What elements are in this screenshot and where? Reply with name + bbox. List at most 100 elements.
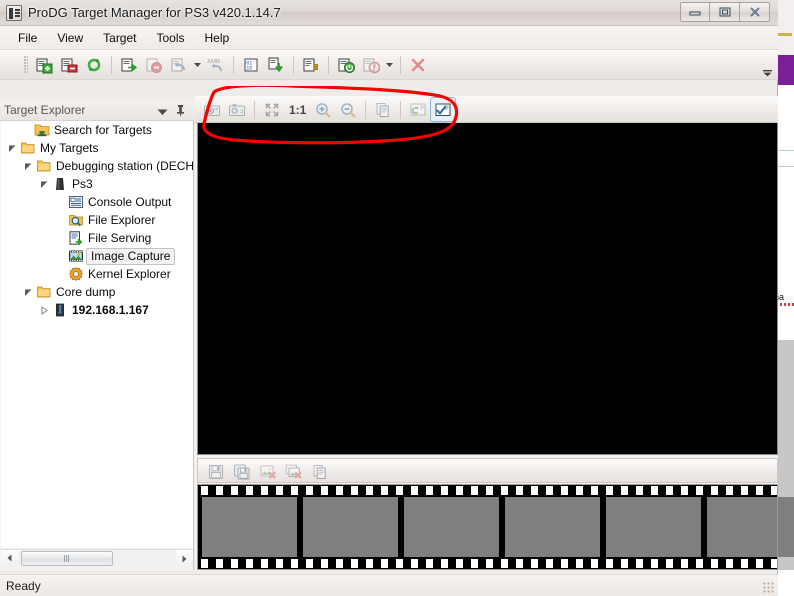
close-button[interactable] (740, 2, 770, 22)
minimize-button[interactable] (680, 2, 710, 22)
menu-bar: File View Target Tools Help (0, 26, 778, 50)
tree-item-image-capture[interactable]: Image Capture (1, 247, 193, 265)
filmstrip-frame[interactable] (202, 497, 297, 557)
image-capture-icon (67, 247, 85, 265)
image-viewport[interactable] (197, 123, 778, 455)
menu-file[interactable]: File (8, 28, 47, 48)
copy-thumbnail-button[interactable] (308, 460, 332, 483)
folder-icon (19, 139, 37, 157)
tree-item-ps3[interactable]: Ps3 (1, 175, 193, 193)
filmstrip[interactable] (197, 484, 794, 570)
download-button[interactable] (264, 54, 288, 77)
menu-help[interactable]: Help (195, 28, 240, 48)
filmstrip-frames (197, 497, 794, 557)
memory-button[interactable]: 01 10 (239, 54, 263, 77)
capture-toolbar-buttons: 1:1 (200, 97, 457, 122)
refresh-targets-button[interactable] (82, 54, 106, 77)
restore-button[interactable] (710, 2, 740, 22)
toolbar-separator (293, 56, 294, 74)
filmstrip-sprockets-bottom (197, 559, 778, 568)
copy-image-button[interactable] (371, 98, 395, 121)
tree-item-console-output[interactable]: Console Output (1, 193, 193, 211)
filmstrip-frame[interactable] (606, 497, 701, 557)
title-bar[interactable]: ProDG Target Manager for PS3 v420.1.14.7 (0, 0, 778, 26)
filmstrip-sprockets-top (197, 486, 778, 495)
tree-twisty-expanded[interactable] (5, 139, 19, 157)
capture-settings-button[interactable] (225, 98, 249, 121)
tree-twisty-expanded[interactable] (21, 157, 35, 175)
tree-item-core-dump[interactable]: Core dump (1, 283, 193, 301)
tree-item-label: Core dump (56, 285, 116, 299)
disconnect-target-button[interactable] (142, 54, 166, 77)
delete-image-button[interactable] (256, 460, 280, 483)
tree-item-label: 192.168.1.167 (72, 303, 149, 317)
menu-tools[interactable]: Tools (147, 28, 195, 48)
window-title: ProDG Target Manager for PS3 v420.1.14.7 (28, 5, 281, 20)
filmstrip-toolbar (197, 458, 778, 483)
svg-text:XMB: XMB (207, 59, 220, 65)
tree-horizontal-scrollbar[interactable] (1, 549, 193, 567)
tree-item-kernel-explorer[interactable]: Kernel Explorer (1, 265, 193, 283)
menu-view[interactable]: View (47, 28, 93, 48)
tree-item-label: Ps3 (72, 177, 93, 191)
zoom-out-button[interactable] (336, 98, 360, 121)
save-all-images-button[interactable] (230, 460, 254, 483)
target-tree[interactable]: Search for Targets My Targets Debugging … (1, 121, 193, 548)
scroll-left-button[interactable] (1, 549, 18, 567)
scrollbar-thumb[interactable] (21, 551, 113, 566)
toolbar-overflow-button[interactable] (761, 53, 774, 77)
menu-target[interactable]: Target (93, 28, 146, 48)
application-window: ProDG Target Manager for PS3 v420.1.14.7 (0, 0, 794, 596)
power-on-button[interactable] (334, 54, 358, 77)
scrollbar-grip (64, 555, 70, 562)
tree-item-file-serving[interactable]: File Serving (1, 229, 193, 247)
power-off-button[interactable] (359, 54, 383, 77)
delete-all-images-button[interactable] (282, 460, 306, 483)
capture-options-button[interactable] (430, 97, 457, 122)
background-purple-block (776, 55, 794, 85)
kernel-explorer-icon (67, 265, 85, 283)
network-target-icon (51, 301, 69, 319)
filmstrip-frame[interactable] (505, 497, 600, 557)
tree-twisty-expanded[interactable] (21, 283, 35, 301)
tree-item-target-ip[interactable]: 192.168.1.167 (1, 301, 193, 319)
auto-refresh-button[interactable] (406, 98, 430, 121)
power-off-dropdown-arrow[interactable] (384, 54, 395, 77)
tree-twisty-expanded[interactable] (37, 175, 51, 193)
chevron-down-icon[interactable] (157, 105, 168, 119)
main-toolbar-buttons: XMB 01 10 (32, 53, 430, 77)
actual-size-button[interactable]: 1:1 (285, 103, 310, 117)
zoom-in-button[interactable] (311, 98, 335, 121)
tree-item-label: Image Capture (86, 247, 176, 265)
panel-title: Target Explorer (4, 103, 86, 117)
tree-item-label: File Serving (88, 231, 152, 245)
filmstrip-frame[interactable] (303, 497, 398, 557)
save-image-button[interactable] (204, 460, 228, 483)
reset-dropdown-arrow[interactable] (192, 54, 203, 77)
tree-item-file-explorer[interactable]: File Explorer (1, 211, 193, 229)
target-info-button[interactable] (299, 54, 323, 77)
toolbar-drag-grip[interactable] (24, 56, 28, 74)
pin-icon[interactable] (175, 104, 186, 119)
toolbar-separator (233, 56, 234, 74)
connect-target-button[interactable] (117, 54, 141, 77)
tree-twisty-collapsed[interactable] (37, 301, 51, 319)
file-explorer-icon (67, 211, 85, 229)
fit-to-window-button[interactable] (260, 98, 284, 121)
filmstrip-frame[interactable] (404, 497, 499, 557)
capture-image-button[interactable] (200, 98, 224, 121)
add-target-button[interactable] (32, 54, 56, 77)
cancel-x-button[interactable] (406, 54, 430, 77)
scroll-right-button[interactable] (176, 550, 193, 567)
remove-target-button[interactable] (57, 54, 81, 77)
reset-target-button[interactable] (167, 54, 191, 77)
target-explorer-header: Target Explorer (0, 100, 194, 121)
tree-item-search-for-targets[interactable]: Search for Targets (1, 121, 193, 139)
filmstrip-frame[interactable] (707, 497, 794, 557)
resize-grip-icon[interactable] (763, 582, 775, 594)
folder-icon (35, 157, 53, 175)
xmb-button[interactable]: XMB (204, 54, 228, 77)
tree-item-debugging-station[interactable]: Debugging station (DECH (1, 157, 193, 175)
tree-item-my-targets[interactable]: My Targets (1, 139, 193, 157)
status-bar: Ready (0, 574, 778, 596)
